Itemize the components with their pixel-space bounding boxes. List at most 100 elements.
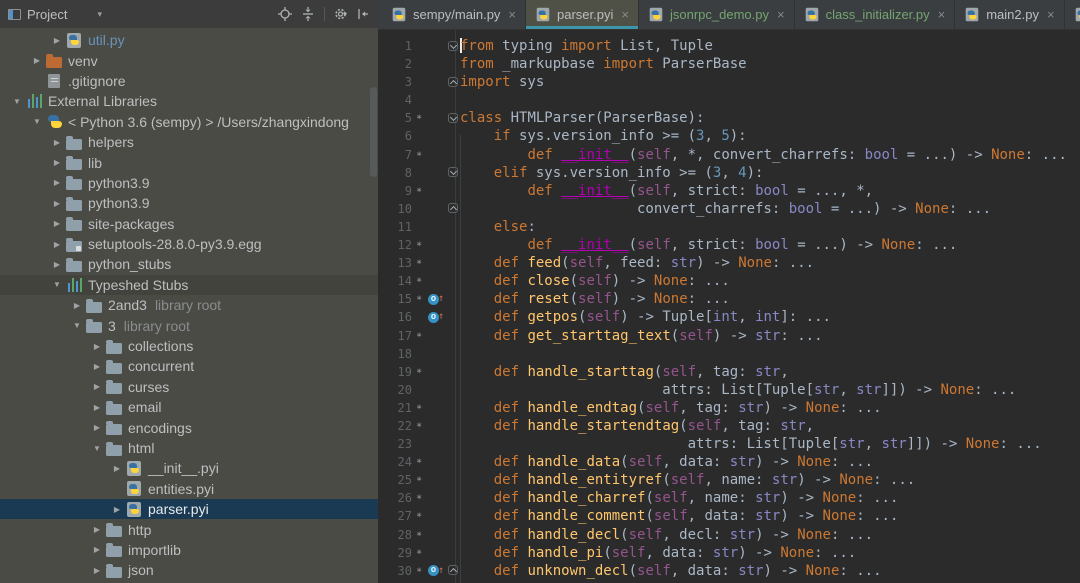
- code-line[interactable]: 10 convert_charrefs: bool = ...) -> None…: [378, 200, 1080, 218]
- tree-item-curses[interactable]: ▶ curses: [0, 377, 378, 397]
- code-line[interactable]: 3 import sys: [378, 73, 1080, 91]
- chevron-collapsed-icon[interactable]: ▶: [48, 178, 66, 187]
- code-text[interactable]: def handle_decl(self, decl: str) -> None…: [460, 526, 1080, 544]
- code-text[interactable]: def handle_pi(self, data: str) -> None: …: [460, 544, 1080, 562]
- code-line[interactable]: 23 attrs: List[Tuple[str, str]]) -> None…: [378, 435, 1080, 453]
- hide-panel-icon[interactable]: [356, 7, 370, 21]
- code-text[interactable]: def close(self) -> None: ...: [460, 272, 1080, 290]
- editor-tab-main2-py[interactable]: main2.py ×: [955, 0, 1065, 29]
- locate-icon[interactable]: [277, 7, 292, 21]
- chevron-down-icon[interactable]: ▾: [97, 9, 102, 20]
- code-text[interactable]: from typing import List, Tuple: [460, 37, 1080, 55]
- fold-region-end-icon[interactable]: [448, 203, 458, 214]
- code-text[interactable]: def reset(self) -> None: ...: [460, 290, 1080, 308]
- chevron-collapsed-icon[interactable]: ▶: [108, 505, 126, 514]
- code-line[interactable]: 9 ∗ def __init__(self, strict: bool = ...…: [378, 182, 1080, 200]
- tree-item--gitignore[interactable]: .gitignore: [0, 71, 378, 91]
- editor-tab-jsonrpc-demo-py[interactable]: jsonrpc_demo.py ×: [639, 0, 795, 29]
- close-icon[interactable]: ×: [1047, 7, 1055, 22]
- code-text[interactable]: def unknown_decl(self, data: str) -> Non…: [460, 562, 1080, 580]
- code-text[interactable]: def handle_comment(self, data: str) -> N…: [460, 507, 1080, 525]
- code-line[interactable]: 26 ∗ def handle_charref(self, name: str) …: [378, 489, 1080, 507]
- code-line[interactable]: 16 o ↑ def getpos(self) -> Tuple[int, int]…: [378, 308, 1080, 326]
- fold-region-start-icon[interactable]: [448, 112, 458, 123]
- code-line[interactable]: 29 ∗ def handle_pi(self, data: str) -> No…: [378, 544, 1080, 562]
- chevron-collapsed-icon[interactable]: ▶: [48, 138, 66, 147]
- fold-region-start-icon[interactable]: [448, 40, 458, 51]
- code-line[interactable]: 27 ∗ def handle_comment(self, data: str) …: [378, 507, 1080, 525]
- code-text[interactable]: def handle_endtag(self, tag: str) -> Non…: [460, 399, 1080, 417]
- chevron-expanded-icon[interactable]: ▼: [68, 321, 86, 330]
- code-line[interactable]: 14 ∗ def close(self) -> None: ...: [378, 272, 1080, 290]
- tree-item-entities-pyi[interactable]: entities.pyi: [0, 479, 378, 499]
- tree-item--python-3-6-sempy-users-zhangxindong[interactable]: ▼ < Python 3.6 (sempy) > /Users/zhangxind…: [0, 112, 378, 132]
- editor-tab-parser-pyi[interactable]: parser.pyi ×: [526, 0, 639, 29]
- tree-item-setuptools-28-8-0-py3-9-egg[interactable]: ▶ setuptools-28.8.0-py3.9.egg: [0, 234, 378, 254]
- code-text[interactable]: [460, 345, 1080, 363]
- code-text[interactable]: def handle_data(self, data: str) -> None…: [460, 453, 1080, 471]
- code-line[interactable]: 24 ∗ def handle_data(self, data: str) -> …: [378, 453, 1080, 471]
- tree-item-lib[interactable]: ▶ lib: [0, 152, 378, 172]
- code-line[interactable]: 11 else:: [378, 218, 1080, 236]
- code-text[interactable]: def getpos(self) -> Tuple[int, int]: ...: [460, 308, 1080, 326]
- code-text[interactable]: [460, 91, 1080, 109]
- code-text[interactable]: elif sys.version_info >= (3, 4):: [460, 164, 1080, 182]
- code-text[interactable]: def handle_entityref(self, name: str) ->…: [460, 471, 1080, 489]
- overrides-method-icon[interactable]: o ↑: [426, 562, 448, 580]
- chevron-collapsed-icon[interactable]: ▶: [88, 403, 106, 412]
- chevron-collapsed-icon[interactable]: ▶: [108, 464, 126, 473]
- tree-item-collections[interactable]: ▶ collections: [0, 336, 378, 356]
- tree-item-typeshed-stubs[interactable]: ▼ Typeshed Stubs: [0, 274, 378, 296]
- code-line[interactable]: 8 elif sys.version_info >= (3, 4):: [378, 164, 1080, 182]
- code-text[interactable]: from _markupbase import ParserBase: [460, 55, 1080, 73]
- code-line[interactable]: 30 ∗ o ↑ def unknown_decl(self, data: str) …: [378, 562, 1080, 580]
- collapse-all-icon[interactable]: [301, 7, 315, 21]
- code-text[interactable]: def __init__(self, strict: bool = ...) -…: [460, 236, 1080, 254]
- tree-item-parser-pyi[interactable]: ▶ parser.pyi: [0, 498, 378, 520]
- close-icon[interactable]: ×: [777, 7, 785, 22]
- chevron-collapsed-icon[interactable]: ▶: [28, 56, 46, 65]
- close-icon[interactable]: ×: [508, 7, 516, 22]
- chevron-collapsed-icon[interactable]: ▶: [88, 566, 106, 575]
- code-text[interactable]: def handle_startendtag(self, tag: str,: [460, 417, 1080, 435]
- chevron-collapsed-icon[interactable]: ▶: [68, 301, 86, 310]
- chevron-collapsed-icon[interactable]: ▶: [48, 260, 66, 269]
- code-line[interactable]: 17 ∗ def get_starttag_text(self) -> str: …: [378, 327, 1080, 345]
- tree-item-external-libraries[interactable]: ▼ External Libraries: [0, 91, 378, 111]
- code-line[interactable]: 1 from typing import List, Tuple: [378, 37, 1080, 55]
- code-text[interactable]: import sys: [460, 73, 1080, 91]
- tree-item-json[interactable]: ▶ json: [0, 560, 378, 580]
- overrides-method-icon[interactable]: o ↑: [426, 308, 448, 326]
- chevron-collapsed-icon[interactable]: ▶: [88, 545, 106, 554]
- code-text[interactable]: def __init__(self, strict: bool = ..., *…: [460, 182, 1080, 200]
- tree-item--init-pyi[interactable]: ▶ __init__.pyi: [0, 458, 378, 478]
- code-text[interactable]: attrs: List[Tuple[str, str]]) -> None: .…: [460, 435, 1080, 453]
- code-line[interactable]: 6 if sys.version_info >= (3, 5):: [378, 127, 1080, 145]
- tree-item-venv[interactable]: ▶ venv: [0, 50, 378, 70]
- editor-tab-sempy-main-py[interactable]: sempy/main.py ×: [382, 0, 527, 29]
- chevron-collapsed-icon[interactable]: ▶: [88, 362, 106, 371]
- code-line[interactable]: 21 ∗ def handle_endtag(self, tag: str) ->…: [378, 399, 1080, 417]
- code-text[interactable]: def handle_starttag(self, tag: str,: [460, 363, 1080, 381]
- code-line[interactable]: 20 attrs: List[Tuple[str, str]]) -> None…: [378, 381, 1080, 399]
- tree-item-helpers[interactable]: ▶ helpers: [0, 132, 378, 152]
- tree-item-site-packages[interactable]: ▶ site-packages: [0, 214, 378, 234]
- tree-item-concurrent[interactable]: ▶ concurrent: [0, 356, 378, 376]
- chevron-expanded-icon[interactable]: ▼: [28, 117, 46, 126]
- code-text[interactable]: def get_starttag_text(self) -> str: ...: [460, 327, 1080, 345]
- code-line[interactable]: 22 ∗ def handle_startendtag(self, tag: st…: [378, 417, 1080, 435]
- project-tree-scrollbar[interactable]: [370, 87, 377, 177]
- code-line[interactable]: 28 ∗ def handle_decl(self, decl: str) -> …: [378, 526, 1080, 544]
- code-text[interactable]: if sys.version_info >= (3, 5):: [460, 127, 1080, 145]
- chevron-collapsed-icon[interactable]: ▶: [88, 382, 106, 391]
- tree-item-encodings[interactable]: ▶ encodings: [0, 417, 378, 437]
- tree-item-email[interactable]: ▶ email: [0, 397, 378, 417]
- tree-item-http[interactable]: ▶ http: [0, 519, 378, 539]
- code-line[interactable]: 4: [378, 91, 1080, 109]
- code-line[interactable]: 13 ∗ def feed(self, feed: str) -> None: .…: [378, 254, 1080, 272]
- code-line[interactable]: 2 from _markupbase import ParserBase: [378, 55, 1080, 73]
- tree-item-3[interactable]: ▼ 3 library root: [0, 315, 378, 335]
- code-text[interactable]: def feed(self, feed: str) -> None: ...: [460, 254, 1080, 272]
- fold-region-start-icon[interactable]: [448, 167, 458, 178]
- code-line[interactable]: 7 ∗ def __init__(self, *, convert_charref…: [378, 146, 1080, 164]
